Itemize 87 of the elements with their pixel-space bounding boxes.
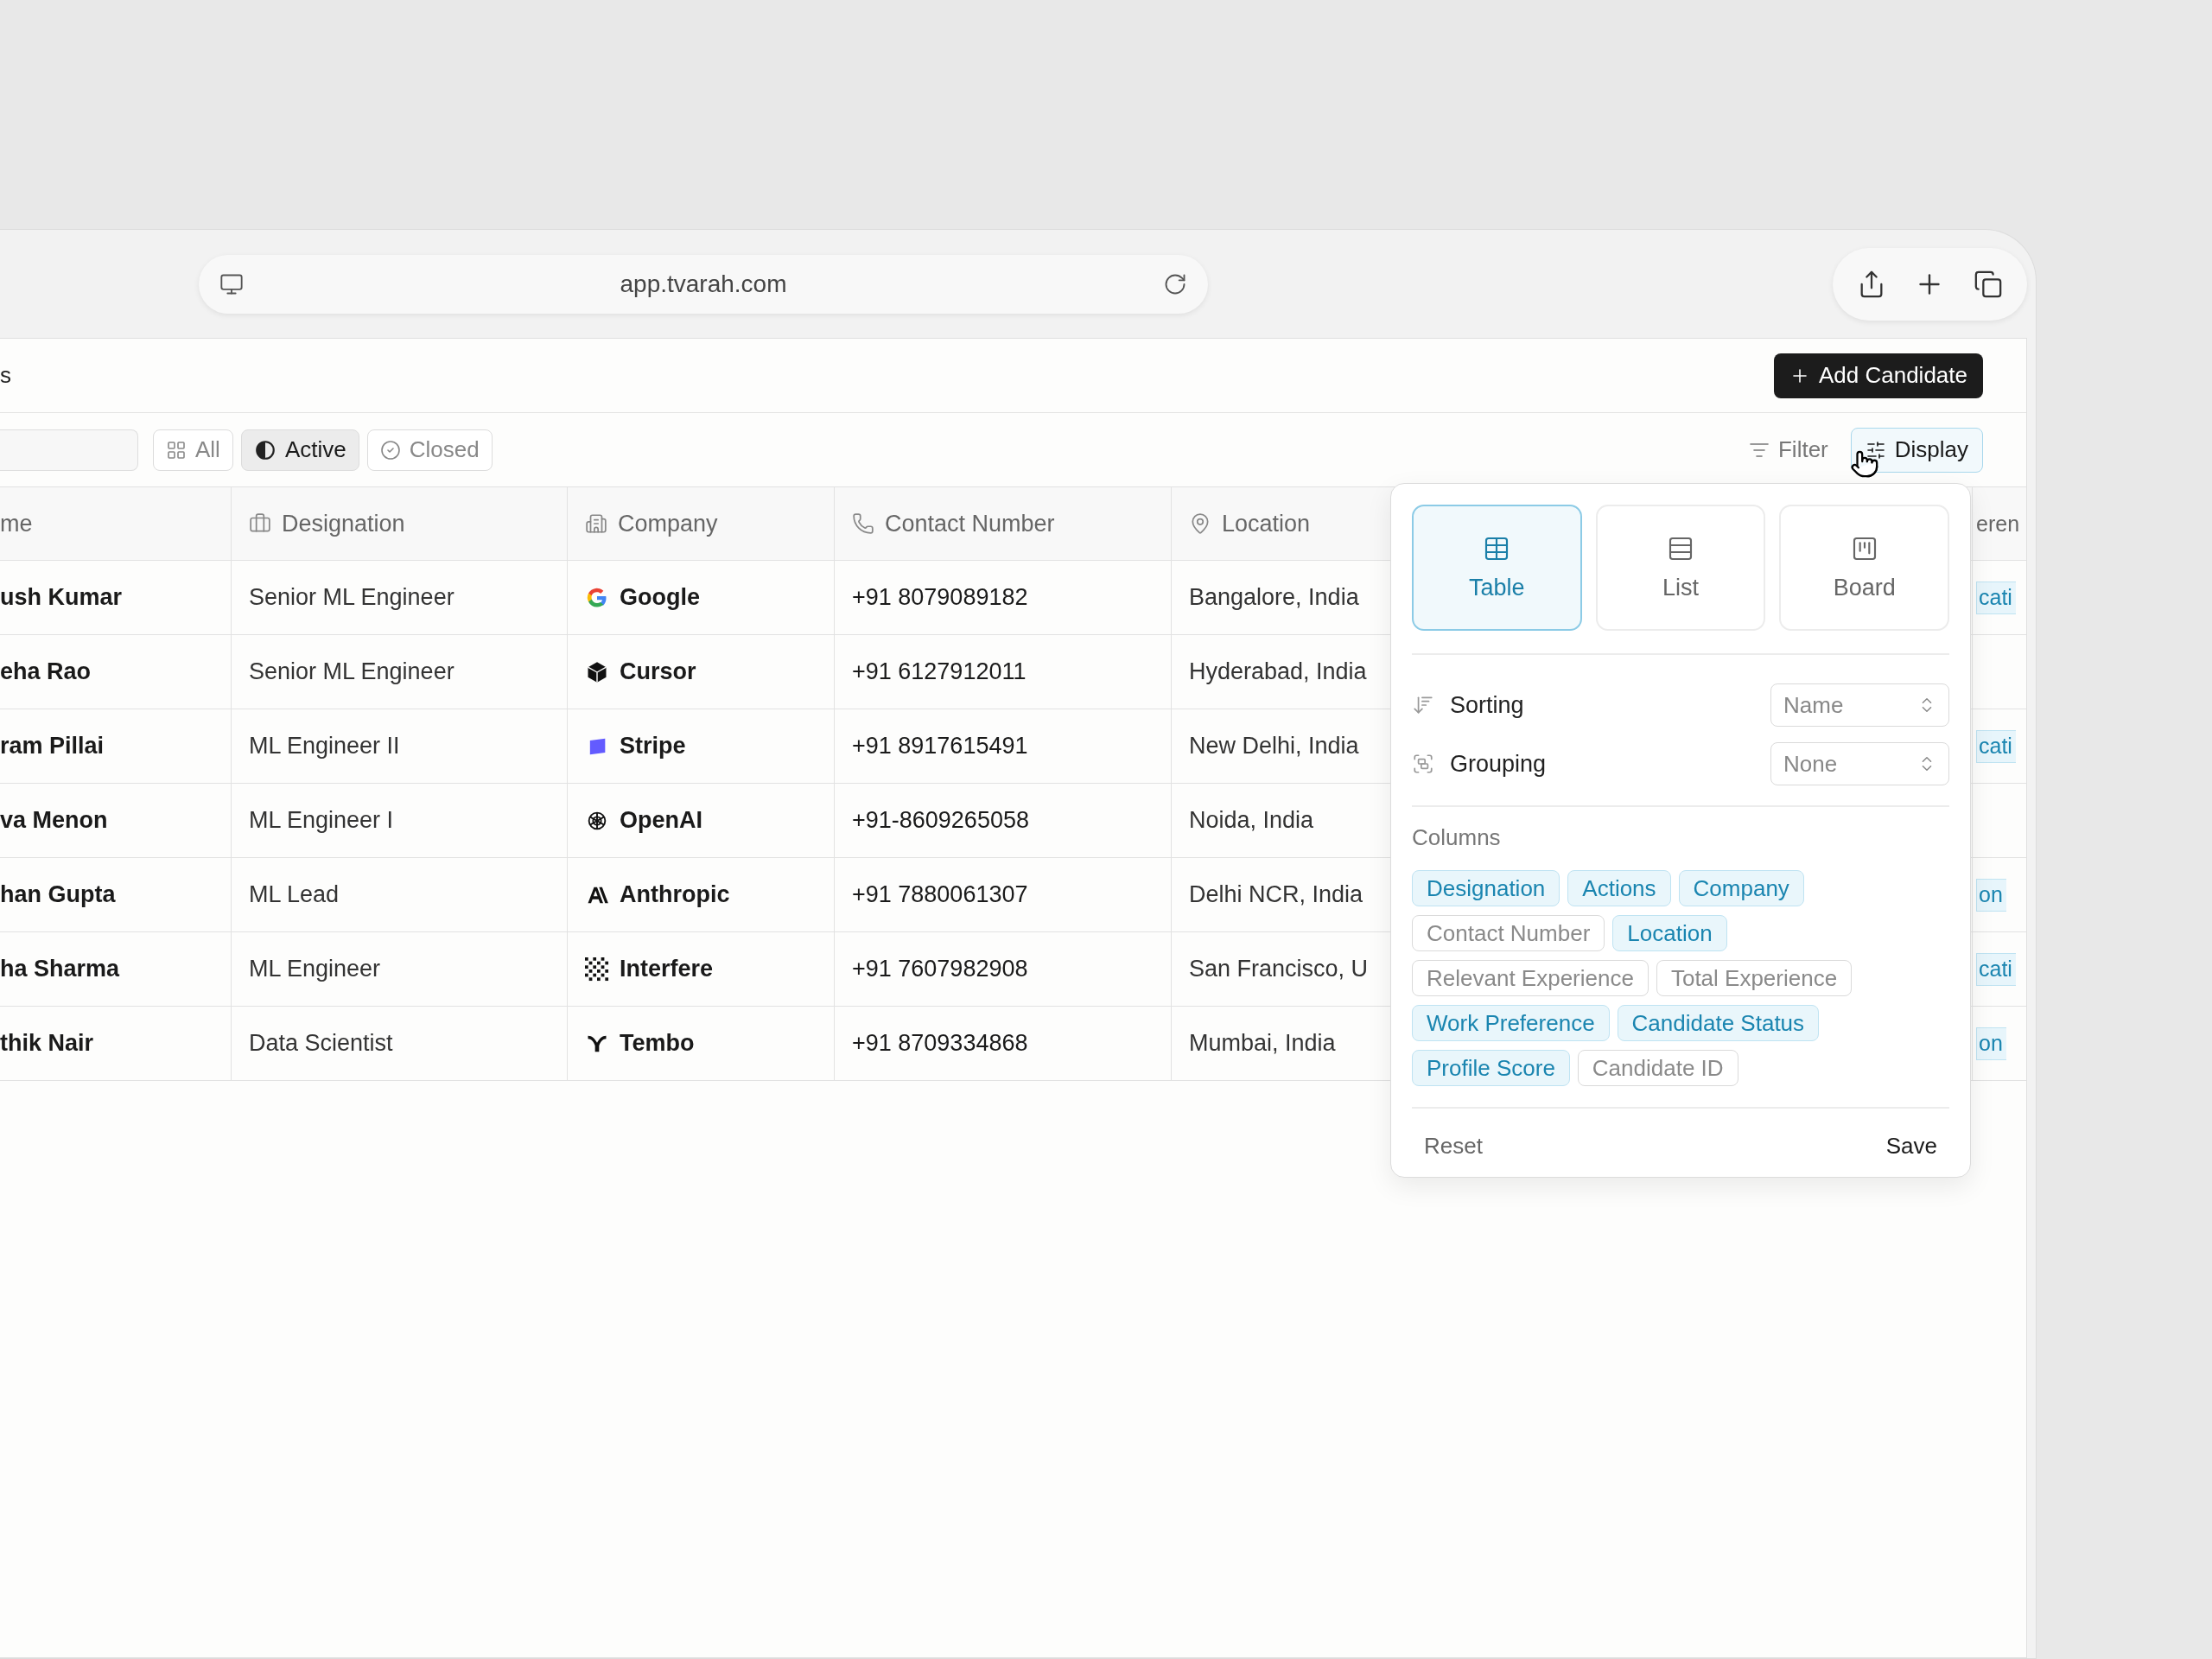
table-cell: Data Scientist xyxy=(249,1030,393,1057)
sort-icon xyxy=(1412,694,1434,716)
column-header: Company xyxy=(618,510,718,537)
column-toggle[interactable]: Work Preference xyxy=(1412,1005,1610,1041)
table-cell: +91 8709334868 xyxy=(852,1030,1028,1057)
table-cell: ML Lead xyxy=(249,881,340,908)
table-cell: han Gupta xyxy=(0,881,116,908)
column-header: Contact Number xyxy=(885,510,1055,537)
table-cell: ML Engineer I xyxy=(249,807,394,834)
reset-button[interactable]: Reset xyxy=(1424,1133,1483,1160)
table-cell: ush Kumar xyxy=(0,584,123,611)
table-cell: Bangalore, India xyxy=(1189,584,1359,611)
table-cell: Tembo xyxy=(620,1030,695,1057)
table-cell: OpenAI xyxy=(620,807,702,834)
phone-icon xyxy=(852,512,874,535)
filter-button[interactable]: Filter xyxy=(1733,427,1843,473)
status-tag: on xyxy=(1976,1027,2006,1060)
table-cell: +91-8609265058 xyxy=(852,807,1029,834)
table-cell: Senior ML Engineer xyxy=(249,584,454,611)
select-field[interactable]: Name xyxy=(1770,683,1949,727)
view-option[interactable]: Table xyxy=(1412,505,1582,631)
save-button[interactable]: Save xyxy=(1885,1133,1937,1160)
table-cell: Anthropic xyxy=(620,881,730,908)
table-cell: +91 7607982908 xyxy=(852,956,1028,982)
column-toggle[interactable]: Location xyxy=(1612,915,1727,951)
page-title: s xyxy=(0,362,11,389)
company-logo-icon xyxy=(585,957,609,982)
add-candidate-button[interactable]: Add Candidate xyxy=(1773,353,1983,398)
table-cell: va Menon xyxy=(0,807,108,834)
table-cell: Stripe xyxy=(620,733,686,760)
setting-label: Sorting xyxy=(1450,691,1524,719)
table-cell: eha Rao xyxy=(0,658,92,685)
briefcase-icon xyxy=(249,512,271,535)
setting-label: Grouping xyxy=(1450,750,1547,778)
status-tag: cati xyxy=(1976,952,2016,986)
table-cell: Delhi NCR, India xyxy=(1189,881,1363,908)
check-circle-icon xyxy=(379,439,401,461)
column-toggle[interactable]: Candidate ID xyxy=(1577,1050,1738,1086)
hand-cursor-icon xyxy=(1850,449,1879,479)
select-field[interactable]: None xyxy=(1770,742,1949,785)
column-toggle[interactable]: Company xyxy=(1678,870,1804,906)
table-cell: ha Sharma xyxy=(0,956,120,982)
table-cell: Noida, India xyxy=(1189,807,1314,834)
group-icon xyxy=(1412,753,1434,775)
search-field[interactable] xyxy=(0,429,138,471)
table-cell: Hyderabad, India xyxy=(1189,658,1367,685)
status-tab[interactable]: All xyxy=(153,429,233,471)
status-tag: cati xyxy=(1976,729,2016,763)
section-label: Columns xyxy=(1412,824,1502,851)
half-circle-icon xyxy=(253,438,276,461)
column-toggle[interactable]: Designation xyxy=(1412,870,1560,906)
column-toggle[interactable]: Candidate Status xyxy=(1617,1005,1820,1041)
table-cell: Cursor xyxy=(620,658,696,685)
table-cell: Interfere xyxy=(620,956,714,982)
column-header: Location xyxy=(1222,510,1311,537)
status-tag: on xyxy=(1976,878,2006,912)
sliders-icon xyxy=(1865,439,1886,461)
table-cell: +91 7880061307 xyxy=(852,881,1028,908)
table-cell: San Francisco, U xyxy=(1189,956,1369,982)
column-toggle[interactable]: Relevant Experience xyxy=(1412,960,1649,996)
table-cell: New Delhi, India xyxy=(1189,733,1359,760)
display-button[interactable]: Display xyxy=(1850,427,1983,473)
table-cell: ML Engineer xyxy=(249,956,381,982)
view-option[interactable]: List xyxy=(1595,505,1766,631)
table-cell: ML Engineer II xyxy=(249,733,400,760)
view-option[interactable]: Board xyxy=(1779,505,1949,631)
column-toggle[interactable]: Profile Score xyxy=(1412,1050,1570,1086)
status-tab[interactable]: Active xyxy=(240,429,359,471)
table-cell: +91 6127912011 xyxy=(852,658,1027,685)
column-toggle[interactable]: Total Experience xyxy=(1656,960,1853,996)
table-cell: +91 8917615491 xyxy=(852,733,1028,760)
table-cell: ram Pillai xyxy=(0,733,105,760)
column-toggle[interactable]: Actions xyxy=(1567,870,1671,906)
building-icon xyxy=(585,512,607,535)
status-tag: cati xyxy=(1976,581,2016,614)
table-cell: Mumbai, India xyxy=(1189,1030,1336,1057)
column-header: Designation xyxy=(282,510,405,537)
table-cell: thik Nair xyxy=(0,1030,94,1057)
tabs-icon xyxy=(1973,269,2003,299)
status-tab[interactable]: Closed xyxy=(366,429,493,471)
column-header: me xyxy=(0,510,33,537)
column-header: eren xyxy=(1976,511,2020,537)
table-cell: Google xyxy=(620,584,700,611)
table-cell: Senior ML Engineer xyxy=(249,658,454,685)
column-toggle[interactable]: Contact Number xyxy=(1412,915,1605,951)
grid-icon xyxy=(166,439,187,461)
table-cell: +91 8079089182 xyxy=(852,584,1028,611)
